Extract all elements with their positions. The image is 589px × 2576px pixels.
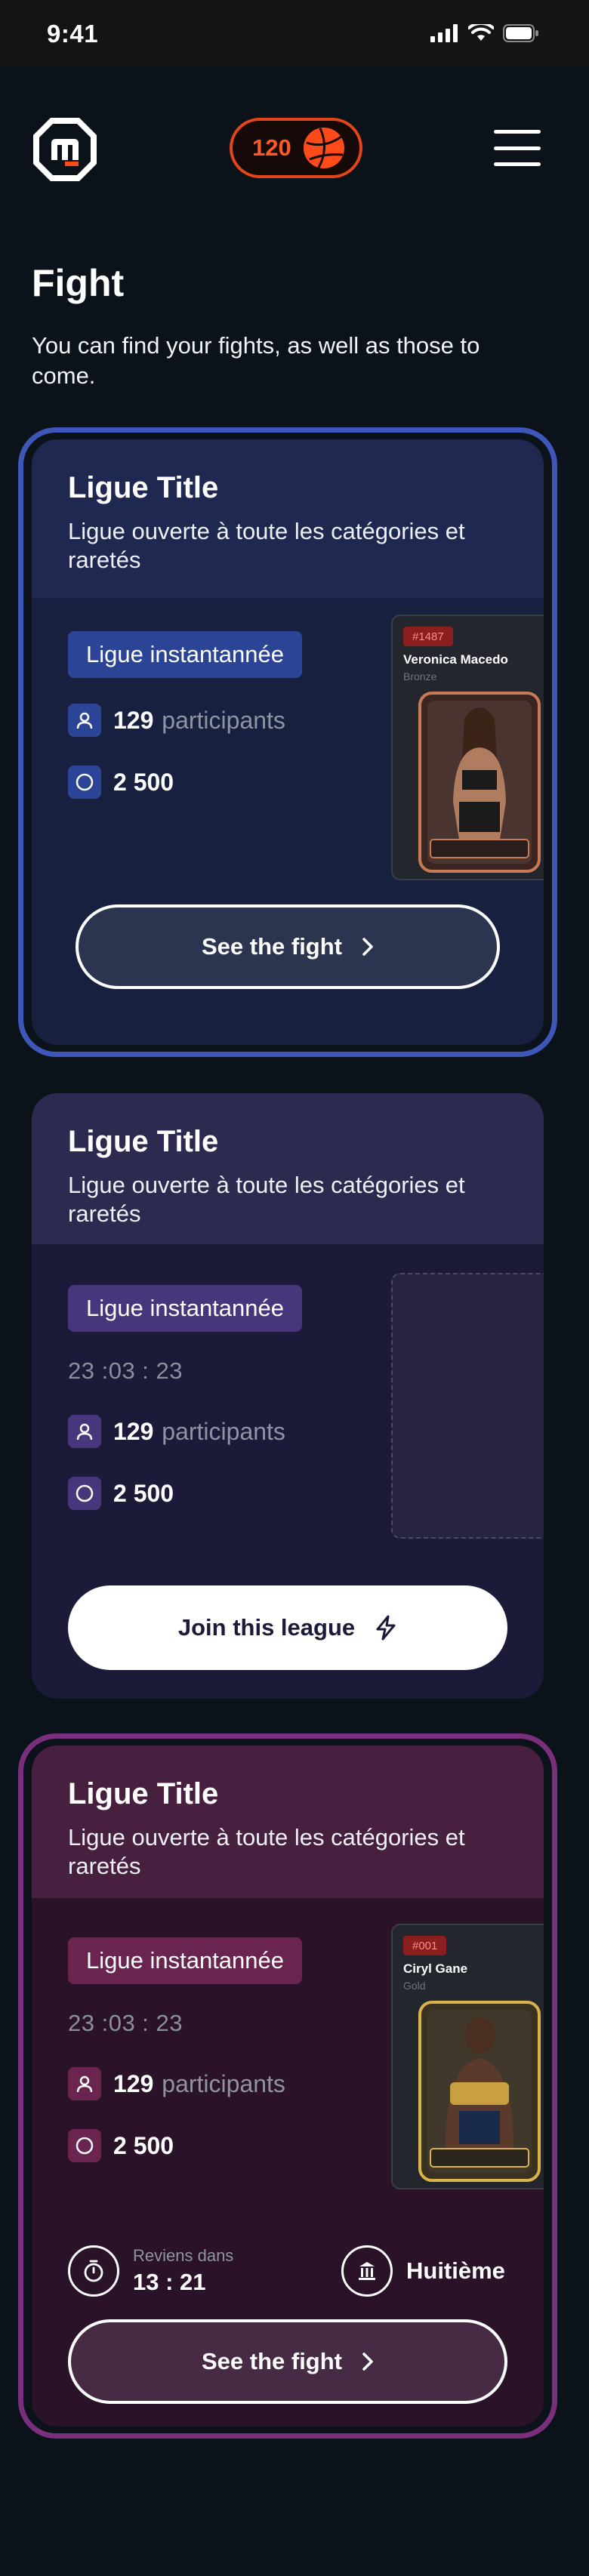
participants-row: 129 participants <box>68 704 285 737</box>
league-timer: 23 :03 : 23 <box>68 2010 183 2036</box>
user-icon <box>68 1415 101 1448</box>
card-header: Ligue Title Ligue ouverte à toute les ca… <box>32 439 544 598</box>
see-fight-button[interactable]: See the fight <box>76 904 500 989</box>
participants-label: participants <box>162 2069 285 2097</box>
coin-icon <box>68 1477 101 1510</box>
status-bar: 9:41 <box>0 0 589 66</box>
card-header: Ligue Title Ligue ouverte à toute les ca… <box>32 1093 544 1244</box>
league-description: Ligue ouverte à toute les catégories et … <box>68 1172 465 1227</box>
player-card[interactable]: #001 Ciryl Gane Gold <box>391 1924 544 2189</box>
battery-icon <box>503 24 538 42</box>
player-rarity: Bronze <box>403 670 437 683</box>
league-title: Ligue Title <box>68 471 219 504</box>
empty-card-slot[interactable] <box>391 1273 544 1539</box>
chevron-right-icon <box>362 938 373 956</box>
league-type-badge: Ligue instantannée <box>68 1285 303 1332</box>
league-card[interactable]: Ligue Title Ligue ouverte à toute les ca… <box>32 439 544 1045</box>
page-title: Fight <box>32 262 125 304</box>
return-time: 13 : 21 <box>133 2269 206 2295</box>
league-type-badge: Ligue instantannée <box>68 1937 303 1984</box>
league-description: Ligue ouverte à toute les catégories et … <box>68 518 465 573</box>
user-icon <box>68 2067 101 2100</box>
league-title: Ligue Title <box>68 1125 219 1158</box>
user-icon <box>68 704 101 737</box>
participants-row: 129 participants <box>68 2067 285 2100</box>
prize-row: 2 500 <box>68 766 174 799</box>
stopwatch-icon <box>68 2245 119 2297</box>
player-name: Ciryl Gane <box>403 1961 468 1976</box>
wifi-icon <box>468 24 494 41</box>
card-body: Ligue instantannée 129 participants 2 50… <box>32 598 544 1045</box>
status-icons <box>430 24 539 42</box>
player-number: #001 <box>403 1936 447 1955</box>
card-body: Ligue instantannée 23 :03 : 23 129 parti… <box>32 1898 544 2427</box>
see-fight-button[interactable]: See the fight <box>68 2319 507 2404</box>
participants-label: participants <box>162 706 285 734</box>
round-info: Huitième <box>341 2245 505 2297</box>
see-fight-label: See the fight <box>201 2348 342 2374</box>
lightning-icon <box>376 1615 396 1641</box>
participants-count: 129 <box>113 706 154 734</box>
chevron-right-icon <box>362 2353 373 2371</box>
coin-icon <box>68 2129 101 2162</box>
return-timer: Reviens dans 13 : 21 <box>68 2245 233 2297</box>
prize-amount: 2 500 <box>113 1479 174 1507</box>
participants-count: 129 <box>113 1417 154 1445</box>
league-timer: 23 :03 : 23 <box>68 1357 183 1384</box>
player-number: #1487 <box>403 627 453 646</box>
league-type-badge: Ligue instantannée <box>68 631 303 678</box>
prize-row: 2 500 <box>68 2129 174 2162</box>
coin-count: 120 <box>252 134 291 161</box>
status-time: 9:41 <box>47 20 99 48</box>
prize-amount: 2 500 <box>113 2131 174 2159</box>
fighter-portrait <box>418 2001 541 2182</box>
prize-amount: 2 500 <box>113 768 174 796</box>
participants-row: 129 participants <box>68 1415 285 1448</box>
player-rarity: Gold <box>403 1980 426 1992</box>
league-description: Ligue ouverte à toute les catégories et … <box>68 1824 465 1879</box>
app-logo[interactable] <box>30 115 100 184</box>
coin-balance[interactable]: 120 <box>230 118 362 178</box>
return-label: Reviens dans <box>133 2246 234 2265</box>
prize-row: 2 500 <box>68 1477 174 1510</box>
league-title: Ligue Title <box>68 1777 219 1810</box>
card-body: Ligue instantannée 23 :03 : 23 129 parti… <box>32 1244 544 1699</box>
fighter-portrait <box>418 692 541 873</box>
see-fight-label: See the fight <box>201 933 342 960</box>
league-card[interactable]: Ligue Title Ligue ouverte à toute les ca… <box>32 1746 544 2427</box>
player-name: Veronica Macedo <box>403 652 508 667</box>
league-card[interactable]: Ligue Title Ligue ouverte à toute les ca… <box>32 1093 544 1699</box>
menu-icon[interactable] <box>494 130 541 166</box>
museum-icon <box>341 2245 393 2297</box>
coin-icon <box>68 766 101 799</box>
participants-count: 129 <box>113 2069 154 2097</box>
join-league-button[interactable]: Join this league <box>68 1585 507 1670</box>
card-header: Ligue Title Ligue ouverte à toute les ca… <box>32 1746 544 1898</box>
basketball-coin-icon <box>303 128 344 168</box>
join-league-label: Join this league <box>177 1614 356 1641</box>
cellular-signal-icon <box>430 24 458 42</box>
page-subtitle: You can find your fights, as well as tho… <box>32 332 480 389</box>
round-name: Huitième <box>406 2257 505 2284</box>
player-card[interactable]: #1487 Veronica Macedo Bronze <box>391 615 544 880</box>
participants-label: participants <box>162 1417 285 1445</box>
